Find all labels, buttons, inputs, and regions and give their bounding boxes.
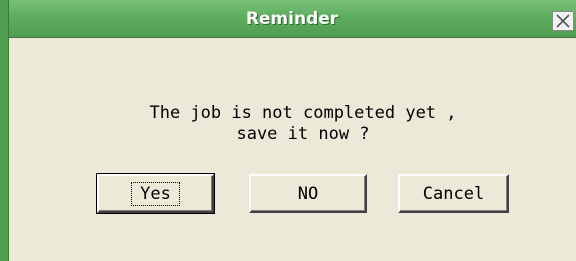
- close-icon: [553, 12, 573, 30]
- reminder-dialog: Reminder The job is not completed yet , …: [0, 0, 576, 261]
- yes-button-label: Yes: [131, 181, 180, 206]
- cancel-button-label: Cancel: [422, 183, 485, 204]
- title-bar[interactable]: Reminder: [0, 0, 576, 38]
- no-button-label: NO: [297, 183, 319, 204]
- yes-button[interactable]: Yes: [96, 173, 215, 214]
- message-line-2: save it now ?: [236, 124, 370, 144]
- window-left-border: [0, 0, 9, 261]
- dialog-title: Reminder: [245, 9, 339, 29]
- dialog-message: The job is not completed yet , save it n…: [10, 103, 576, 145]
- cancel-button[interactable]: Cancel: [398, 174, 509, 213]
- no-button[interactable]: NO: [249, 174, 367, 213]
- message-line-1: The job is not completed yet ,: [149, 103, 457, 123]
- close-button[interactable]: [552, 11, 574, 31]
